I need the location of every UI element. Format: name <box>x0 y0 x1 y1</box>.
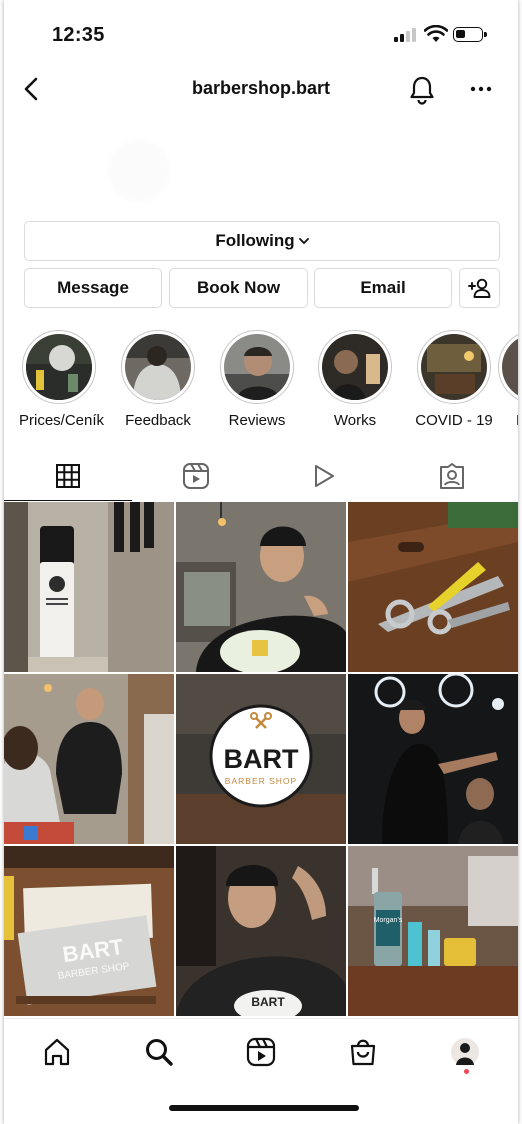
search-icon <box>146 1039 173 1066</box>
nav-shop[interactable] <box>346 1035 380 1069</box>
highlight-thumbnail <box>502 334 518 400</box>
highlight-thumbnail <box>224 334 290 400</box>
cellular-signal-icon <box>394 28 416 42</box>
add-user-button[interactable] <box>459 268 500 308</box>
grid-icon <box>56 464 80 488</box>
add-user-icon <box>467 278 490 298</box>
shop-icon <box>350 1039 376 1066</box>
home-icon <box>44 1038 70 1066</box>
highlight-prices[interactable]: Prices/Ceník <box>19 330 105 429</box>
highlight-feedback[interactable]: Feedback <box>118 330 198 429</box>
profile-header: barbershop.bart <box>4 70 518 110</box>
following-button[interactable]: Following <box>24 221 500 261</box>
tagged-icon <box>440 463 464 489</box>
highlight-label: B <box>498 412 518 429</box>
post-thumbnail[interactable] <box>348 674 518 844</box>
highlight-label: Prices/Ceník <box>19 412 105 429</box>
product-brand-text: Morgan's <box>374 917 403 924</box>
post-logo[interactable]: BART BARBER SHOP <box>176 674 346 844</box>
more-options-icon[interactable] <box>466 74 496 104</box>
highlight-thumbnail <box>322 334 388 400</box>
nav-profile[interactable] <box>448 1035 482 1069</box>
phone-frame: 12:35 barbershop.bart Following Message <box>4 0 518 1124</box>
reels-icon <box>183 463 209 489</box>
highlight-reviews[interactable]: Reviews <box>217 330 297 429</box>
highlight-thumbnail <box>125 334 191 400</box>
highlight-works[interactable]: Works <box>315 330 395 429</box>
highlight-label: Feedback <box>125 412 191 429</box>
notification-dot <box>464 1069 469 1074</box>
cape-brand-text: BART <box>251 995 285 1009</box>
highlight-partial[interactable]: B <box>498 330 518 429</box>
bottom-nav <box>4 1018 518 1084</box>
post-product[interactable]: Morgan's <box>348 846 518 1016</box>
following-label: Following <box>215 231 295 250</box>
post-thumbnail[interactable] <box>4 674 174 844</box>
message-button[interactable]: Message <box>24 268 162 308</box>
highlight-label: COVID - 19 <box>415 412 493 429</box>
profile-username: barbershop.bart <box>191 78 331 98</box>
logo-subtitle-text: BARBER SHOP <box>225 776 297 786</box>
post-thumbnail[interactable] <box>348 502 518 672</box>
highlight-thumbnail <box>26 334 92 400</box>
highlight-label: Works <box>333 412 377 429</box>
profile-avatar-placeholder <box>108 140 170 202</box>
email-button[interactable]: Email <box>314 268 452 308</box>
nav-search[interactable] <box>142 1035 176 1069</box>
reels-icon <box>246 1037 276 1067</box>
highlight-thumbnail <box>421 334 487 400</box>
bell-icon[interactable] <box>406 74 438 106</box>
tab-tagged[interactable] <box>388 453 516 499</box>
profile-tabs <box>4 453 518 501</box>
post-thumbnail[interactable] <box>4 502 174 672</box>
nav-home[interactable] <box>40 1035 74 1069</box>
status-bar: 12:35 <box>4 22 518 50</box>
post-business-card[interactable]: BART BARBER SHOP <box>4 846 174 1016</box>
battery-icon <box>453 27 487 42</box>
logo-brand-text: BART <box>224 744 299 774</box>
highlight-covid[interactable]: COVID - 19 <box>414 330 494 429</box>
video-play-icon <box>315 465 334 487</box>
home-indicator <box>169 1105 359 1111</box>
chevron-down-icon <box>298 237 309 245</box>
tab-videos[interactable] <box>260 453 388 499</box>
nav-reels[interactable] <box>244 1035 278 1069</box>
tab-reels[interactable] <box>132 453 260 499</box>
status-time: 12:35 <box>52 24 105 46</box>
tab-posts-grid[interactable] <box>4 453 132 501</box>
highlight-label: Reviews <box>228 412 286 429</box>
book-now-button[interactable]: Book Now <box>169 268 308 308</box>
post-thumbnail[interactable]: BART <box>176 846 346 1016</box>
wifi-icon <box>424 25 448 42</box>
posts-grid: BART BARBER SHOP BART BARBER SHOP BART M… <box>4 502 518 1016</box>
profile-avatar <box>451 1038 479 1066</box>
post-thumbnail[interactable] <box>176 502 346 672</box>
